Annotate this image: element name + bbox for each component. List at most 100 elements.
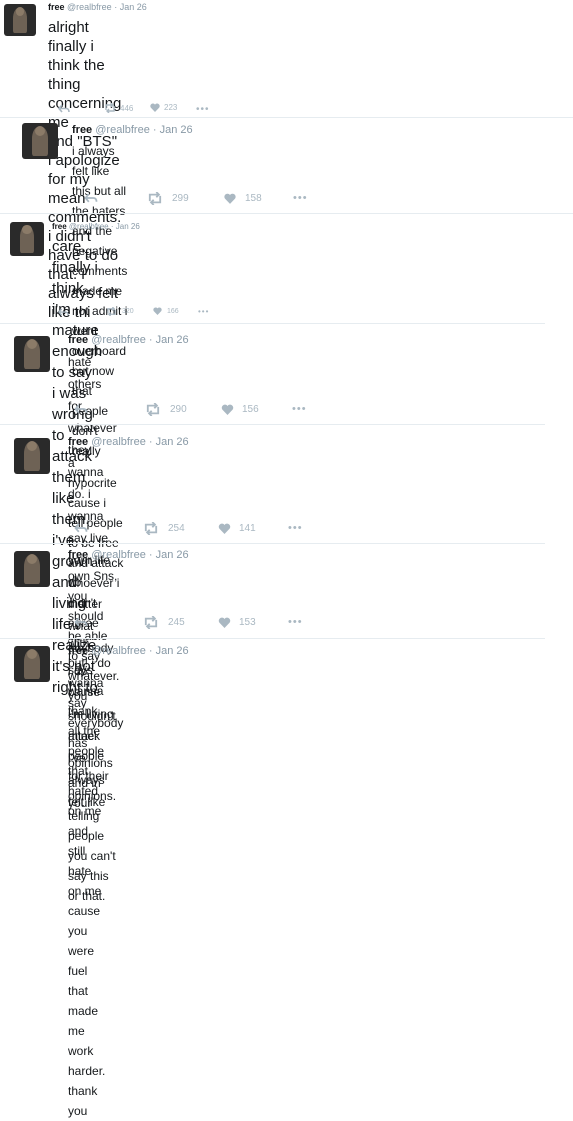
- tweet-header: free @realbfree · Jan 26: [72, 124, 193, 136]
- retweet-count: 320: [122, 308, 134, 315]
- tweet-header: free @realbfree · Jan 26: [68, 334, 189, 346]
- more-button[interactable]: •••: [292, 403, 307, 415]
- retweet-icon: [107, 307, 116, 316]
- handle[interactable]: @realbfree: [91, 436, 146, 448]
- heart-icon: [224, 193, 236, 204]
- more-button[interactable]: •••: [198, 307, 209, 316]
- tweet-header: free @realbfree · Jan 26: [48, 2, 147, 12]
- retweet-button[interactable]: 446: [104, 103, 133, 113]
- tweet-line: cause you were fuel that made me work ha…: [68, 904, 106, 1118]
- avatar[interactable]: [22, 123, 58, 159]
- retweet-button[interactable]: 245: [143, 616, 185, 629]
- reply-icon: [74, 404, 88, 414]
- retweet-count: 245: [168, 617, 185, 628]
- reply-button[interactable]: [74, 617, 88, 628]
- like-button[interactable]: 223: [150, 103, 177, 112]
- heart-icon: [221, 404, 234, 415]
- display-name[interactable]: free: [68, 436, 88, 448]
- like-count: 166: [167, 307, 179, 315]
- tweet-line: alright finally i think the thing concer…: [48, 19, 122, 131]
- handle[interactable]: @realbfree: [67, 2, 112, 12]
- more-button[interactable]: •••: [293, 192, 308, 204]
- like-button[interactable]: 166: [153, 307, 179, 315]
- divider: [0, 117, 573, 118]
- tweet-text: i do wanna thank all the people that hat…: [68, 661, 105, 1121]
- handle[interactable]: @realbfree: [91, 334, 146, 346]
- divider: [0, 424, 545, 425]
- display-name[interactable]: free: [72, 124, 92, 136]
- handle[interactable]: @realbfree: [91, 645, 146, 657]
- display-name[interactable]: free: [48, 2, 65, 12]
- timestamp[interactable]: Jan 26: [120, 2, 147, 12]
- more-icon: •••: [288, 522, 303, 534]
- retweet-count: 254: [168, 523, 185, 534]
- tweet-header: free @realbfree · Jan 26: [68, 549, 189, 561]
- more-icon: •••: [292, 403, 307, 415]
- display-name[interactable]: free: [52, 222, 67, 231]
- display-name[interactable]: free: [68, 645, 88, 657]
- timestamp[interactable]: Jan 26: [156, 334, 189, 346]
- retweet-icon: [146, 403, 160, 416]
- reply-button[interactable]: [74, 404, 88, 415]
- tweet-header: free @realbfree · Jan 26: [52, 222, 140, 231]
- like-count: 158: [245, 193, 262, 204]
- display-name[interactable]: free: [68, 334, 88, 346]
- avatar[interactable]: [14, 646, 50, 682]
- reply-button[interactable]: [58, 104, 70, 114]
- retweet-button[interactable]: 320: [106, 307, 134, 316]
- divider: [0, 213, 573, 214]
- avatar[interactable]: [4, 4, 36, 36]
- timestamp[interactable]: Jan 26: [156, 549, 189, 561]
- reply-icon: [58, 104, 70, 113]
- reply-button[interactable]: [58, 308, 69, 317]
- reply-icon: [74, 617, 88, 627]
- more-button[interactable]: •••: [288, 616, 303, 628]
- avatar[interactable]: [10, 222, 44, 256]
- more-button[interactable]: •••: [196, 104, 210, 115]
- retweet-button[interactable]: 254: [143, 522, 185, 535]
- reply-icon: [84, 193, 98, 203]
- like-button[interactable]: 141: [218, 523, 256, 534]
- retweet-icon: [144, 616, 158, 629]
- reply-button[interactable]: [74, 523, 88, 534]
- handle[interactable]: @realbfree: [95, 124, 150, 136]
- divider: [0, 638, 545, 639]
- more-icon: •••: [293, 192, 308, 204]
- timestamp[interactable]: Jan 26: [156, 436, 189, 448]
- divider: [0, 323, 545, 324]
- retweet-button[interactable]: 290: [145, 403, 187, 416]
- retweet-icon: [105, 103, 115, 113]
- divider: [0, 543, 545, 544]
- more-icon: •••: [288, 616, 303, 628]
- like-button[interactable]: 158: [224, 193, 262, 204]
- like-button[interactable]: 156: [221, 404, 259, 415]
- like-count: 141: [239, 523, 256, 534]
- avatar[interactable]: [14, 438, 50, 474]
- avatar[interactable]: [14, 551, 50, 587]
- retweet-count: 290: [170, 404, 187, 415]
- heart-icon: [153, 307, 162, 315]
- reply-icon: [58, 308, 69, 316]
- more-icon: •••: [196, 104, 210, 115]
- retweet-button[interactable]: 299: [147, 192, 189, 205]
- tweet-header: free @realbfree · Jan 26: [68, 645, 189, 657]
- handle[interactable]: @realbfree: [91, 549, 146, 561]
- reply-button[interactable]: [84, 193, 98, 204]
- retweet-count: 299: [172, 193, 189, 204]
- timestamp[interactable]: Jan 26: [116, 222, 140, 231]
- heart-icon: [218, 617, 231, 628]
- like-count: 223: [164, 103, 178, 112]
- retweet-icon: [148, 192, 162, 205]
- avatar[interactable]: [14, 336, 50, 372]
- timestamp[interactable]: Jan 26: [160, 124, 193, 136]
- like-count: 153: [239, 617, 256, 628]
- like-button[interactable]: 153: [218, 617, 256, 628]
- reply-icon: [74, 523, 88, 533]
- timestamp[interactable]: Jan 26: [156, 645, 189, 657]
- tweet-header: free @realbfree · Jan 26: [68, 436, 189, 448]
- display-name[interactable]: free: [68, 549, 88, 561]
- handle[interactable]: @realbfree: [69, 222, 109, 231]
- heart-icon: [150, 103, 160, 112]
- more-button[interactable]: •••: [288, 522, 303, 534]
- retweet-count: 446: [120, 103, 134, 113]
